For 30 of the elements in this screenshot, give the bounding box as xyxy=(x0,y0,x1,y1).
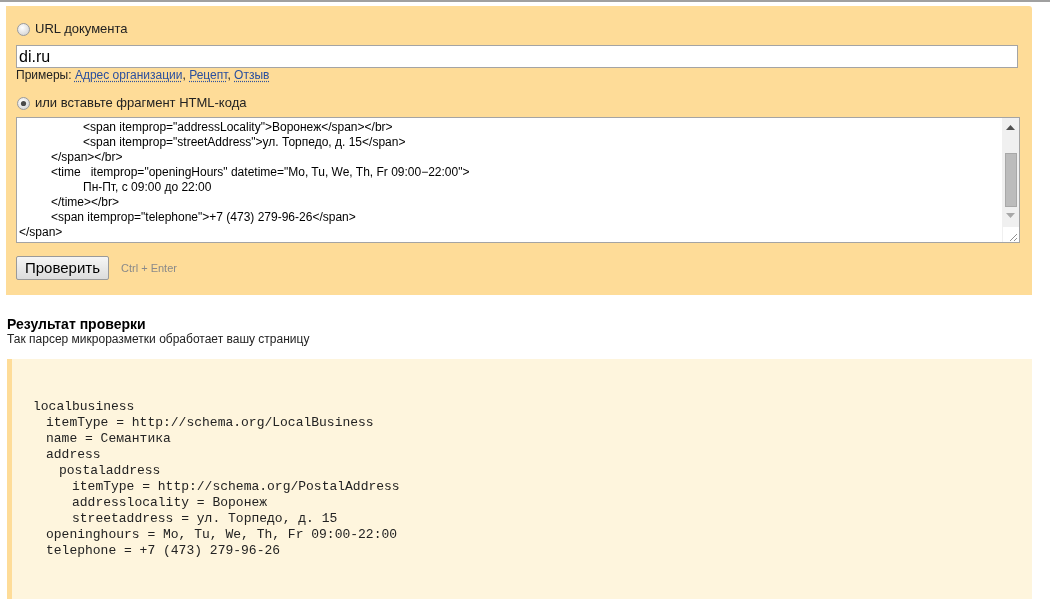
url-input-field[interactable]: di.ru xyxy=(16,45,1018,68)
radio-label: или вставьте фрагмент HTML-кода xyxy=(35,95,247,111)
example-link[interactable]: Адрес организации xyxy=(74,68,183,82)
example-link[interactable]: Отзыв xyxy=(234,68,270,82)
result-line: name = Семантика xyxy=(46,431,171,447)
scrollbar-thumb[interactable] xyxy=(1004,153,1017,207)
url-value: di.ru xyxy=(19,46,51,67)
radio-button[interactable] xyxy=(17,96,30,110)
scrollbar[interactable] xyxy=(1002,118,1019,242)
shortcut-hint: Ctrl + Enter xyxy=(121,261,177,275)
result-subtitle: Так парсер микроразметки обработает вашу страницу xyxy=(7,332,310,347)
scroll-up-arrow-icon[interactable] xyxy=(1006,125,1015,130)
result-line: itemType = http://schema.org/LocalBusiness xyxy=(46,415,374,431)
radio-label: URL документа xyxy=(35,21,128,37)
result-line: openinghours = Mo, Tu, We, Th, Fr 09:00-22:00 xyxy=(46,527,398,543)
result-line: addresslocality = Воронеж xyxy=(72,495,268,511)
html-code-text: <span itemprop="addressLocality">Воронеж</span></br> <span itemprop="streetAddress">ул. Торпедо, д. 15</span> </span></br> <time itemprop="openingHours" datetime="Mo, Tu, We, Th, Fr 09:00−22:00"> Пн-Пт, с 09:00 до 22:00 </time></br> <span itemprop="telephone">+7 (473) 279-96-26</span> </span> xyxy=(19,120,470,240)
html-code-field[interactable] xyxy=(16,117,1020,243)
result-line: streetaddress = ул. Торпедо, д. 15 xyxy=(72,511,338,527)
result-line: localbusiness xyxy=(33,399,135,415)
result-line: telephone = +7 (473) 279-96-26 xyxy=(46,543,281,559)
check-button[interactable]: Проверить xyxy=(16,256,109,280)
scroll-down-arrow-icon[interactable] xyxy=(1006,213,1015,218)
radio-button[interactable] xyxy=(17,22,30,36)
result-line: address xyxy=(46,447,101,463)
result-line: postaladdress xyxy=(59,463,161,479)
result-title: Результат проверки xyxy=(7,316,146,332)
examples-text: Примеры: Адрес организации, Рецепт, Отзыв xyxy=(16,68,270,83)
resize-grip-icon[interactable] xyxy=(1002,227,1019,242)
result-line: itemType = http://schema.org/PostalAddress xyxy=(72,479,400,495)
